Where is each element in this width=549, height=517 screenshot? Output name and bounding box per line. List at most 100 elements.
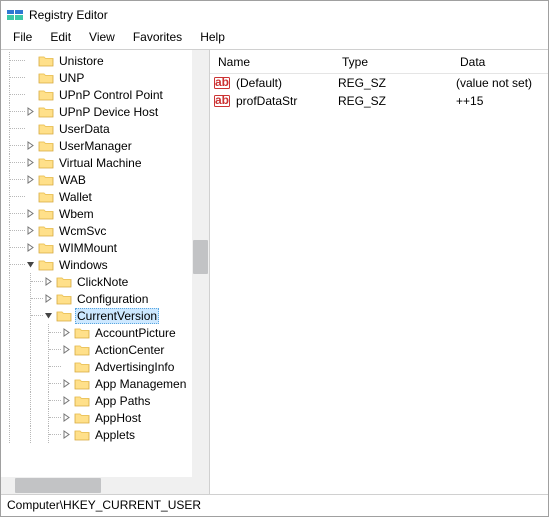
tree-horizontal-scrollbar[interactable]	[1, 477, 209, 494]
tree-item-label: ClickNote	[75, 275, 130, 289]
tree-item[interactable]: ClickNote	[1, 273, 209, 290]
tree-expander[interactable]	[25, 208, 36, 219]
menu-edit[interactable]: Edit	[42, 29, 79, 49]
tree-expander[interactable]	[25, 225, 36, 236]
tree-expander	[25, 89, 36, 100]
folder-icon	[38, 105, 54, 119]
tree-expander[interactable]	[25, 157, 36, 168]
tree-expander[interactable]	[25, 140, 36, 151]
tree-item[interactable]: UserManager	[1, 137, 209, 154]
tree-item[interactable]: UPnP Device Host	[1, 103, 209, 120]
tree-expander[interactable]	[43, 310, 54, 321]
tree-item[interactable]: Virtual Machine	[1, 154, 209, 171]
menu-favorites[interactable]: Favorites	[125, 29, 190, 49]
folder-icon	[74, 377, 90, 391]
tree-item[interactable]: UNP	[1, 69, 209, 86]
tree-item[interactable]: Wbem	[1, 205, 209, 222]
tree-expander[interactable]	[61, 395, 72, 406]
tree-item[interactable]: ActionCenter	[1, 341, 209, 358]
column-name[interactable]: Name	[210, 51, 334, 73]
tree-expander	[61, 361, 72, 372]
tree-expander[interactable]	[43, 293, 54, 304]
tree-expander[interactable]	[25, 106, 36, 117]
folder-icon	[38, 88, 54, 102]
tree-item[interactable]: WcmSvc	[1, 222, 209, 239]
tree-expander	[25, 123, 36, 134]
menu-file[interactable]: File	[5, 29, 40, 49]
tree-expander[interactable]	[25, 174, 36, 185]
tree-item-label: AppHost	[93, 411, 143, 425]
tree-item-label: Applets	[93, 428, 137, 442]
column-data[interactable]: Data	[452, 51, 548, 73]
title-bar: Registry Editor	[1, 1, 548, 29]
tree-item[interactable]: AdvertisingInfo	[1, 358, 209, 375]
folder-icon	[38, 122, 54, 136]
tree-item-label: WcmSvc	[57, 224, 108, 238]
tree-item[interactable]: AccountPicture	[1, 324, 209, 341]
folder-icon	[38, 207, 54, 221]
tree-item-label: Windows	[57, 258, 110, 272]
tree-item[interactable]: AppHost	[1, 409, 209, 426]
tree-item-label: Wbem	[57, 207, 96, 221]
tree-item-label: UPnP Control Point	[57, 88, 165, 102]
tree-expander[interactable]	[61, 429, 72, 440]
tree-item-label: Configuration	[75, 292, 150, 306]
tree-expander[interactable]	[61, 344, 72, 355]
tree-item[interactable]: UPnP Control Point	[1, 86, 209, 103]
column-type[interactable]: Type	[334, 51, 452, 73]
tree-item[interactable]: App Managemen	[1, 375, 209, 392]
app-icon	[7, 7, 23, 23]
tree-expander[interactable]	[61, 412, 72, 423]
folder-icon	[38, 224, 54, 238]
tree-item[interactable]: WAB	[1, 171, 209, 188]
svg-text:ab: ab	[215, 76, 229, 89]
tree-item[interactable]: App Paths	[1, 392, 209, 409]
status-bar: Computer\HKEY_CURRENT_USER	[1, 494, 548, 516]
tree-expander	[25, 72, 36, 83]
menu-view[interactable]: View	[81, 29, 123, 49]
tree-item[interactable]: Configuration	[1, 290, 209, 307]
tree-item[interactable]: Wallet	[1, 188, 209, 205]
folder-icon	[74, 428, 90, 442]
scrollbar-thumb[interactable]	[15, 478, 101, 493]
tree-expander[interactable]	[61, 327, 72, 338]
folder-icon	[56, 275, 72, 289]
tree-item[interactable]: Unistore	[1, 52, 209, 69]
content-area: Unistore UNP UPnP Control Point UPnP Device…	[1, 49, 548, 494]
tree-item-label: App Managemen	[93, 377, 188, 391]
folder-icon	[38, 258, 54, 272]
folder-icon	[38, 71, 54, 85]
tree-item-label: UNP	[57, 71, 86, 85]
tree-item-label: WIMMount	[57, 241, 119, 255]
list-header: Name Type Data	[210, 50, 548, 74]
value-data: (value not set)	[452, 76, 548, 90]
svg-text:ab: ab	[215, 94, 229, 107]
tree-item[interactable]: CurrentVersion	[1, 307, 209, 324]
menu-help[interactable]: Help	[192, 29, 233, 49]
value-row[interactable]: ab(Default)REG_SZ(value not set)	[210, 74, 548, 92]
tree-item[interactable]: WIMMount	[1, 239, 209, 256]
folder-icon	[38, 241, 54, 255]
tree-expander[interactable]	[61, 378, 72, 389]
tree-item[interactable]: Applets	[1, 426, 209, 443]
tree-item-label: Unistore	[57, 54, 106, 68]
tree-item-label: App Paths	[93, 394, 152, 408]
folder-icon	[38, 156, 54, 170]
tree-item[interactable]: UserData	[1, 120, 209, 137]
tree-item-label: AdvertisingInfo	[93, 360, 176, 374]
tree-expander[interactable]	[43, 276, 54, 287]
registry-tree[interactable]: Unistore UNP UPnP Control Point UPnP Device…	[1, 50, 209, 477]
value-name: profDataStr	[232, 94, 334, 108]
tree-pane: Unistore UNP UPnP Control Point UPnP Device…	[1, 50, 210, 494]
window-title: Registry Editor	[29, 8, 108, 22]
value-row[interactable]: abprofDataStrREG_SZ++15	[210, 92, 548, 110]
folder-icon	[74, 343, 90, 357]
tree-item-label: UPnP Device Host	[57, 105, 160, 119]
tree-item[interactable]: Windows	[1, 256, 209, 273]
folder-icon	[74, 394, 90, 408]
tree-item-label: UserManager	[57, 139, 134, 153]
tree-expander[interactable]	[25, 259, 36, 270]
tree-item-label: Virtual Machine	[57, 156, 144, 170]
tree-expander[interactable]	[25, 242, 36, 253]
values-list[interactable]: ab(Default)REG_SZ(value not set)abprofDa…	[210, 74, 548, 110]
